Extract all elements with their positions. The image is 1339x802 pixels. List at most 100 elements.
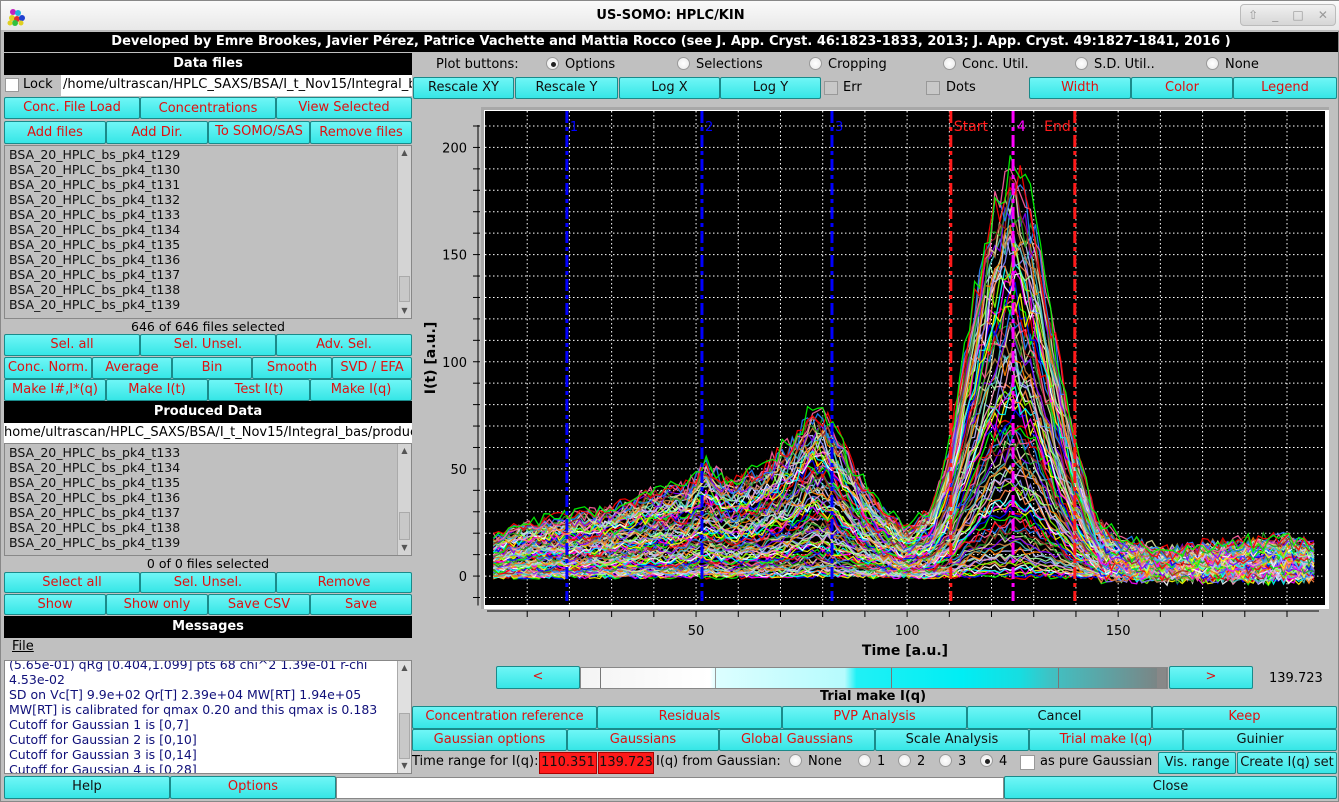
remove-button[interactable]: Remove [276, 572, 412, 593]
scroll-down-icon[interactable]: ▼ [398, 304, 411, 318]
mode-none-radio[interactable]: None [1206, 57, 1259, 72]
list-item[interactable]: BSA_20_HPLC_bs_pk4_t138 [5, 282, 411, 297]
width-button[interactable]: Width [1029, 77, 1131, 99]
gaussians-button[interactable]: Gaussians [567, 729, 719, 751]
list-item[interactable]: BSA_20_HPLC_bs_pk4_t130 [5, 162, 411, 177]
help-button[interactable]: Help [4, 776, 170, 799]
pure-gaussian-checkbox[interactable] [1020, 755, 1035, 770]
list-item[interactable]: BSA_20_HPLC_bs_pk4_t137 [5, 267, 411, 282]
scroll-thumb[interactable] [399, 276, 410, 302]
list-item[interactable]: BSA_20_HPLC_bs_pk4_t135 [5, 237, 411, 252]
lock-checkbox[interactable] [5, 78, 19, 92]
global-gaussians-button[interactable]: Global Gaussians [719, 729, 875, 751]
data-files-scrollbar[interactable]: ▲ ▼ [397, 146, 411, 318]
svd-efa-button[interactable]: SVD / EFA [332, 357, 412, 379]
data-files-path-field[interactable]: /home/ultrascan/HPLC_SAXS/BSA/I_t_Nov15/… [61, 75, 412, 96]
list-item[interactable]: BSA_20_HPLC_bs_pk4_t133 [5, 445, 411, 460]
slider-next-button[interactable]: > [1169, 666, 1253, 689]
pvp-analysis-button[interactable]: PVP Analysis [782, 706, 967, 729]
vis-range-button[interactable]: Vis. range [1158, 752, 1236, 774]
conc-file-load-button[interactable]: Conc. File Load [4, 97, 140, 119]
gaussian-3-radio[interactable]: 3 [939, 754, 966, 769]
average-button[interactable]: Average [92, 357, 172, 379]
cancel-button[interactable]: Cancel [967, 706, 1152, 729]
gaussian-none-radio[interactable]: None [789, 754, 842, 769]
trial-make-iq-button[interactable]: Trial make I(q) [1029, 729, 1183, 751]
mode-options-radio[interactable]: Options [546, 57, 615, 72]
concentrations-button[interactable]: Concentrations [140, 97, 276, 119]
log-y-button[interactable]: Log Y [720, 77, 821, 99]
slider-track[interactable] [581, 668, 1167, 688]
view-selected-button[interactable]: View Selected [276, 97, 412, 119]
add-files-button[interactable]: Add files [4, 121, 106, 144]
minimize-icon[interactable]: _ [1272, 8, 1278, 22]
list-item[interactable]: BSA_20_HPLC_bs_pk4_t134 [5, 460, 411, 475]
list-item[interactable]: BSA_20_HPLC_bs_pk4_t134 [5, 222, 411, 237]
chart-svg[interactable]: 1 2 3 Start 4 End 0 50 100 150 200 50 100 150 Time [… [413, 101, 1339, 661]
save-button[interactable]: Save [310, 594, 412, 615]
scroll-up-icon[interactable]: ▲ [398, 444, 411, 458]
color-button[interactable]: Color [1131, 77, 1233, 99]
list-item[interactable]: BSA_20_HPLC_bs_pk4_t136 [5, 252, 411, 267]
list-item[interactable]: BSA_20_HPLC_bs_pk4_t129 [5, 147, 411, 162]
list-item[interactable]: BSA_20_HPLC_bs_pk4_t139 [5, 535, 411, 550]
conc-norm-button[interactable]: Conc. Norm. [4, 357, 92, 379]
test-it-button[interactable]: Test I(t) [208, 379, 310, 401]
time-slider[interactable] [580, 667, 1168, 689]
make-it-button[interactable]: Make I(t) [106, 379, 208, 401]
sel-all-button[interactable]: Sel. all [4, 334, 140, 356]
adv-sel-button[interactable]: Adv. Sel. [276, 334, 412, 356]
smooth-button[interactable]: Smooth [252, 357, 332, 379]
produced-files-list[interactable]: BSA_20_HPLC_bs_pk4_t133 BSA_20_HPLC_bs_p… [4, 443, 412, 556]
list-item[interactable]: BSA_20_HPLC_bs_pk4_t132 [5, 192, 411, 207]
shade-icon[interactable]: ⇧ [1248, 8, 1258, 22]
close-window-icon[interactable]: ✕ [1318, 8, 1328, 22]
data-files-list[interactable]: BSA_20_HPLC_bs_pk4_t129 BSA_20_HPLC_bs_p… [4, 145, 412, 319]
scroll-up-icon[interactable]: ▲ [398, 146, 411, 160]
make-iq-button[interactable]: Make I(q) [310, 379, 412, 401]
produced-files-scrollbar[interactable]: ▲ ▼ [397, 444, 411, 555]
list-item[interactable]: BSA_20_HPLC_bs_pk4_t131 [5, 177, 411, 192]
to-somo-sas-button[interactable]: To SOMO/SAS [208, 121, 310, 144]
add-dir-button[interactable]: Add Dir. [106, 121, 208, 144]
file-menu[interactable]: File [12, 639, 34, 654]
make-i-hash-button[interactable]: Make I#,I*(q) [4, 379, 106, 401]
list-item[interactable]: BSA_20_HPLC_bs_pk4_t135 [5, 475, 411, 490]
keep-button[interactable]: Keep [1152, 706, 1337, 729]
produced-sel-unsel-button[interactable]: Sel. Unsel. [140, 572, 276, 593]
list-item[interactable]: BSA_20_HPLC_bs_pk4_t139 [5, 297, 411, 312]
list-item[interactable]: BSA_20_HPLC_bs_pk4_t137 [5, 505, 411, 520]
bin-button[interactable]: Bin [172, 357, 252, 379]
rescale-y-button[interactable]: Rescale Y [515, 77, 618, 99]
scale-analysis-button[interactable]: Scale Analysis [875, 729, 1029, 751]
mode-cropping-radio[interactable]: Cropping [809, 57, 887, 72]
scroll-thumb[interactable] [399, 512, 410, 540]
gaussian-4-radio[interactable]: 4 [980, 754, 1007, 769]
messages-scrollbar[interactable]: ▲ ▼ [397, 661, 411, 773]
scroll-down-icon[interactable]: ▼ [398, 541, 411, 555]
mode-selections-radio[interactable]: Selections [677, 57, 763, 72]
log-x-button[interactable]: Log X [619, 77, 720, 99]
maximize-icon[interactable]: □ [1292, 8, 1303, 22]
concentration-reference-button[interactable]: Concentration reference [412, 706, 597, 729]
sel-unsel-button[interactable]: Sel. Unsel. [140, 334, 276, 356]
gaussian-1-radio[interactable]: 1 [858, 754, 885, 769]
select-all-button[interactable]: Select all [4, 572, 140, 593]
guinier-button[interactable]: Guinier [1183, 729, 1337, 751]
residuals-button[interactable]: Residuals [597, 706, 782, 729]
time-end-field[interactable]: 139.723 [598, 752, 654, 774]
scroll-down-icon[interactable]: ▼ [398, 759, 411, 773]
close-button[interactable]: Close [1004, 776, 1337, 799]
legend-button[interactable]: Legend [1233, 77, 1337, 99]
gaussian-2-radio[interactable]: 2 [898, 754, 925, 769]
mode-conc-util-radio[interactable]: Conc. Util. [943, 57, 1029, 72]
err-checkbox[interactable] [824, 81, 838, 95]
scroll-up-icon[interactable]: ▲ [398, 661, 411, 675]
save-csv-button[interactable]: Save CSV [208, 594, 310, 615]
slider-prev-button[interactable]: < [496, 666, 580, 689]
list-item[interactable]: BSA_20_HPLC_bs_pk4_t136 [5, 490, 411, 505]
dots-checkbox[interactable] [926, 81, 940, 95]
scroll-thumb[interactable] [399, 713, 410, 759]
remove-files-button[interactable]: Remove files [310, 121, 412, 144]
options-button[interactable]: Options [170, 776, 336, 799]
